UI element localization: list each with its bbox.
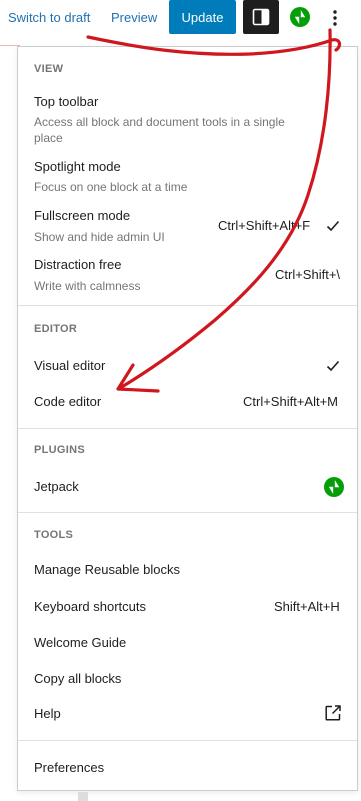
checkmark-icon [326,360,340,372]
menu-item-manage-reusable-blocks[interactable]: Manage Reusable blocks [34,562,180,578]
external-link-icon [325,705,341,721]
jetpack-icon [324,477,344,497]
menu-item-label: Jetpack [34,479,79,494]
settings-sidebar-toggle[interactable] [243,0,279,34]
menu-item-preferences[interactable]: Preferences [34,760,104,776]
menu-divider [18,428,357,429]
menu-item-label: Distraction free [34,257,122,272]
preview-button[interactable]: Preview [111,10,157,26]
checkmark-icon [326,220,340,232]
menu-item-description: Focus on one block at a time [34,180,188,194]
menu-item-welcome-guide[interactable]: Welcome Guide [34,635,126,651]
keyboard-shortcut: Shift+Alt+H [274,599,340,614]
menu-item-description: Write with calmness [34,279,141,293]
options-menu: VIEW Top toolbar Access all block and do… [17,46,358,791]
menu-item-description: Access all block and document tools in a… [34,115,285,145]
sidebar-panel-icon [252,8,270,26]
editor-canvas-edge [78,792,88,801]
jetpack-icon[interactable] [290,7,310,27]
menu-divider [18,305,357,306]
menu-item-label: Top toolbar [34,94,99,109]
menu-divider [18,740,357,741]
keyboard-shortcut: Ctrl+Shift+\ [275,267,341,282]
menu-item-label: Spotlight mode [34,159,121,174]
menu-item-label: Help [34,706,61,721]
editor-header-toolbar: Switch to draft Preview Update [0,0,361,40]
menu-item-label: Visual editor [34,358,106,373]
section-heading-tools: TOOLS [34,529,74,541]
vertical-ellipsis-icon[interactable] [325,6,345,30]
section-heading-plugins: PLUGINS [34,444,85,456]
section-heading-view: VIEW [34,63,64,75]
menu-item-label: Code editor [34,394,102,409]
menu-item-copy-all-blocks[interactable]: Copy all blocks [34,671,121,687]
switch-to-draft-button[interactable]: Switch to draft [8,10,90,26]
menu-item-label: Keyboard shortcuts [34,599,147,614]
keyboard-shortcut: Ctrl+Shift+Alt+F [218,218,311,233]
update-button[interactable]: Update [169,0,236,34]
menu-divider [18,512,357,513]
menu-item-label: Fullscreen mode [34,208,131,223]
keyboard-shortcut: Ctrl+Shift+Alt+M [243,394,339,409]
section-heading-editor: EDITOR [34,323,78,335]
